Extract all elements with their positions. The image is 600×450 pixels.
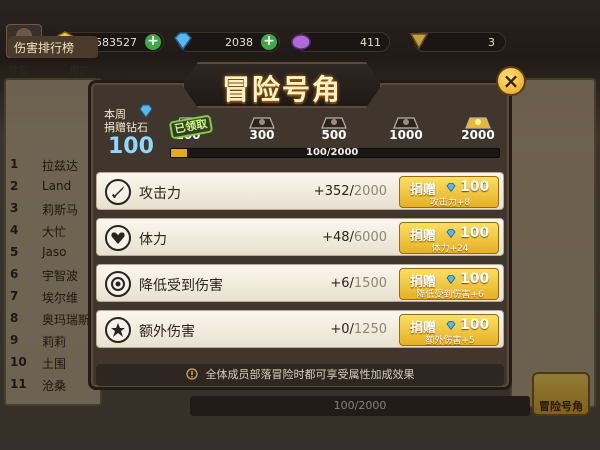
milestone-value: 300 (249, 128, 275, 142)
attribute-progress: +352/2000 (313, 184, 387, 199)
attribute-current: +48 (322, 230, 350, 245)
diamond-counter: 2038 + (174, 32, 280, 52)
donate-button[interactable]: 捐赠 100 额外伤害+5 (399, 314, 499, 346)
attribute-current: +352 (313, 184, 350, 199)
donate-bonus: 体力+24 (431, 244, 469, 254)
donate-bonus: 攻击力+8 (429, 198, 471, 208)
gold-value: 583527 (95, 36, 137, 49)
donate-amount: 100 (460, 317, 490, 333)
weekly-donation-value: 100 (108, 134, 154, 159)
attribute-name: 体力 (139, 232, 167, 248)
attribute-current: +0 (330, 322, 350, 337)
donate-amount: 100 (460, 271, 490, 287)
milestone-value: 500 (321, 128, 347, 142)
attribute-row: 体力 +48/6000 捐赠 100 体力+24 (96, 218, 504, 256)
attribute-max: 6000 (353, 230, 387, 245)
donation-progress-text: 100/2000 (306, 147, 359, 158)
potion-icon (291, 34, 311, 50)
attribute-progress: +6/1500 (330, 276, 387, 291)
close-button[interactable]: × (496, 66, 526, 96)
attribute-max: 1250 (353, 322, 387, 337)
donate-amount: 100 (460, 225, 490, 241)
weekly-label-line2: 捐赠钻石 (104, 121, 148, 134)
donate-button[interactable]: 捐赠 100 降低受到伤害+6 (399, 268, 499, 300)
attribute-progress: +48/6000 (322, 230, 387, 245)
tab-damage-ranking[interactable]: 伤害排行榜 (8, 36, 98, 58)
donate-button[interactable]: 捐赠 100 体力+24 (399, 222, 499, 254)
diamond-value: 2038 (225, 36, 253, 49)
milestone-reward[interactable]: 300 (240, 112, 284, 146)
attribute-progress: +0/1250 (330, 322, 387, 337)
dialog-title: 冒险号角 (221, 73, 342, 106)
shield-icon (105, 271, 131, 297)
diamond-icon (446, 183, 456, 192)
footer-note-text: 全体成员部落冒险时都可享受属性加成效果 (205, 368, 415, 381)
add-gold-button[interactable]: + (145, 34, 161, 50)
donate-button[interactable]: 捐赠 100 攻击力+8 (399, 176, 499, 208)
heart-icon (105, 225, 131, 251)
milestone-value: 1000 (389, 128, 423, 142)
attribute-name: 降低受到伤害 (139, 278, 223, 294)
sword-icon (105, 179, 131, 205)
donate-bonus: 额外伤害+5 (425, 336, 475, 346)
donate-bonus: 降低受到伤害+6 (416, 290, 484, 300)
milestone-reward[interactable]: 500 (312, 112, 356, 146)
attribute-max: 2000 (353, 184, 387, 199)
diamond-icon (139, 104, 153, 118)
rank-counter: 3 (409, 32, 506, 52)
potion-counter: 411 (291, 32, 390, 52)
attribute-max: 1500 (353, 276, 387, 291)
donate-amount: 100 (460, 179, 490, 195)
attribute-name: 攻击力 (139, 186, 181, 202)
warning-icon (185, 368, 198, 380)
attribute-name: 额外伤害 (139, 324, 195, 340)
add-diamond-button[interactable]: + (261, 34, 277, 50)
attribute-row: 额外伤害 +0/1250 捐赠 100 额外伤害+5 (96, 310, 504, 348)
rank-value: 3 (488, 36, 495, 49)
burst-icon (105, 317, 131, 343)
milestone-value: 2000 (461, 128, 495, 142)
footer-note: 全体成员部落冒险时都可享受属性加成效果 (96, 364, 504, 386)
potion-value: 411 (360, 36, 381, 49)
attribute-current: +6 (330, 276, 350, 291)
rank-badge-icon (409, 33, 429, 50)
donation-progress-fill (171, 149, 187, 157)
milestone-reward[interactable]: 2000 (456, 112, 500, 146)
diamond-icon (446, 229, 456, 238)
diamond-icon (446, 321, 456, 330)
attribute-row: 降低受到伤害 +6/1500 捐赠 100 降低受到伤害+6 (96, 264, 504, 302)
attribute-row: 攻击力 +352/2000 捐赠 100 攻击力+8 (96, 172, 504, 210)
diamond-icon (446, 275, 456, 284)
diamond-icon (174, 32, 192, 51)
milestone-reward[interactable]: 1000 (384, 112, 428, 146)
